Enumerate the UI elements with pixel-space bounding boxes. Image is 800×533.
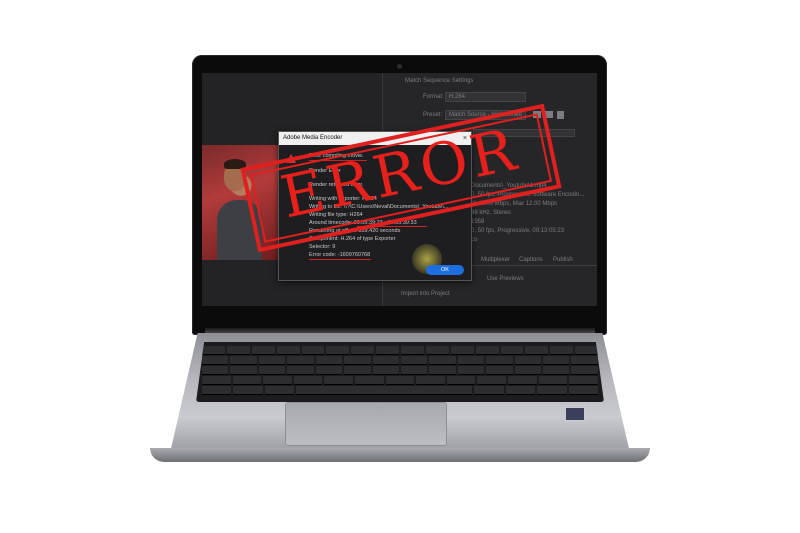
key [372, 356, 399, 364]
touchpad [285, 402, 447, 446]
key [202, 346, 225, 354]
key [575, 346, 598, 354]
key [315, 356, 343, 364]
webcam [397, 64, 402, 69]
match-sequence-checkbox[interactable]: Match Sequence Settings [405, 78, 473, 84]
key [571, 366, 598, 374]
key [486, 356, 513, 364]
summary-line: 0, 50 fps, Progressive, 00:13:05:23 [471, 228, 565, 234]
laptop-base-edge [150, 448, 650, 462]
error-code: Error code: -1609760768 [309, 252, 371, 258]
key [401, 346, 424, 354]
key [344, 366, 371, 374]
key [425, 346, 449, 354]
key [344, 356, 371, 364]
key [385, 376, 415, 384]
format-label: Format: [423, 94, 444, 100]
processor-sticker [565, 407, 585, 421]
tab-multiplexer[interactable]: Multiplexer [481, 257, 510, 263]
key [372, 366, 399, 374]
key [457, 366, 485, 374]
laptop-screen: Match Sequence Settings Format: H.264 Pr… [202, 73, 597, 306]
delete-preset-icon[interactable] [557, 111, 564, 119]
key [457, 356, 485, 364]
key [486, 366, 513, 374]
key [474, 386, 504, 394]
key [293, 376, 323, 384]
key [202, 376, 231, 384]
key [276, 346, 300, 354]
key [429, 366, 456, 374]
key [446, 376, 476, 384]
key [376, 346, 399, 354]
key-row [202, 356, 598, 364]
key [324, 376, 354, 384]
key [568, 386, 599, 394]
key [475, 346, 499, 354]
key [514, 356, 542, 364]
key [429, 356, 456, 364]
spacebar [296, 386, 473, 394]
key [263, 376, 292, 384]
key [230, 366, 257, 374]
key [251, 346, 275, 354]
key [264, 386, 295, 394]
key [569, 376, 598, 384]
key [287, 366, 314, 374]
summary-line: 1958 [471, 219, 485, 225]
import-into-project-checkbox[interactable]: Import into Project [401, 291, 450, 297]
key [400, 356, 428, 364]
format-select[interactable]: H.264 [445, 92, 526, 102]
key-row [202, 346, 598, 354]
summary-line: 48 kHz, Stereo [471, 210, 511, 216]
key [543, 356, 570, 364]
key [202, 356, 229, 364]
key [258, 366, 286, 374]
key [543, 366, 570, 374]
key [226, 346, 250, 354]
tab-captions[interactable]: Captions [519, 257, 543, 263]
highlight-underline [309, 259, 371, 260]
key [230, 356, 257, 364]
use-previews-checkbox[interactable]: Use Previews [487, 276, 524, 282]
key [514, 366, 542, 374]
key [450, 346, 474, 354]
key [500, 346, 524, 354]
key [326, 346, 350, 354]
key [232, 376, 262, 384]
key [315, 366, 343, 374]
key-row [202, 386, 599, 394]
key-row [202, 366, 598, 374]
key [571, 356, 598, 364]
key [538, 376, 568, 384]
key [508, 376, 537, 384]
key [537, 386, 567, 394]
key [355, 376, 384, 384]
preset-label: Preset: [423, 112, 443, 118]
key [505, 386, 536, 394]
key [525, 346, 549, 354]
keyboard [196, 342, 604, 402]
key-row [202, 376, 598, 384]
tab-publish[interactable]: Publish [553, 257, 573, 263]
key [477, 376, 507, 384]
key [233, 386, 263, 394]
key [416, 376, 445, 384]
ok-button[interactable]: OK [426, 265, 464, 275]
key [202, 366, 229, 374]
error-line: Selector: 9 [309, 244, 336, 250]
key [202, 386, 232, 394]
key [287, 356, 314, 364]
key [258, 356, 286, 364]
key [351, 346, 375, 354]
key [400, 366, 428, 374]
key [301, 346, 325, 354]
key [550, 346, 574, 354]
